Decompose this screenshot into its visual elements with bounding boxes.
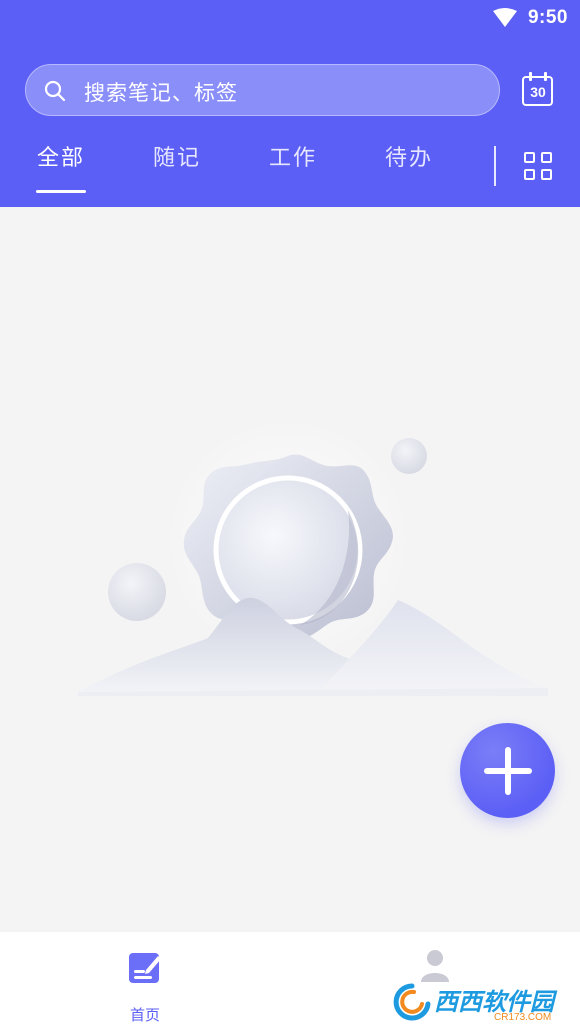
wifi-icon — [493, 8, 517, 27]
empty-state-illustration — [78, 420, 548, 696]
status-time: 9:50 — [527, 7, 568, 28]
search-input[interactable]: 搜索笔记、标签 — [25, 64, 500, 116]
tab-divider — [494, 146, 496, 186]
search-placeholder: 搜索笔记、标签 — [84, 81, 238, 105]
calendar-day: 30 — [530, 84, 546, 100]
nav-home[interactable]: 首页 — [115, 946, 175, 1024]
tab-todo[interactable]: 待办 — [385, 140, 433, 172]
watermark-logo: 西西软件园 CR173.COM — [388, 978, 578, 1028]
app-header: 9:50 搜索笔记、标签 30 全部 随记 工作 待办 — [0, 0, 580, 207]
plus-icon-stem — [505, 747, 511, 795]
note-edit-icon — [129, 953, 161, 983]
tab-all[interactable]: 全部 — [37, 140, 85, 172]
search-icon — [44, 80, 66, 102]
watermark-sub: CR173.COM — [494, 1012, 552, 1023]
calendar-ring — [544, 72, 547, 81]
category-tabs: 全部 随记 工作 待办 — [0, 140, 480, 200]
grid-cell — [541, 169, 552, 180]
calendar-ring — [529, 72, 532, 81]
calendar-button[interactable]: 30 — [520, 72, 556, 108]
status-bar: 9:50 — [0, 0, 580, 38]
grid-cell — [524, 152, 535, 163]
nav-home-label: 首页 — [129, 1006, 160, 1024]
tab-indicator — [36, 190, 86, 193]
tab-work[interactable]: 工作 — [269, 140, 317, 172]
grid-cell — [541, 152, 552, 163]
add-note-button[interactable] — [460, 723, 555, 818]
grid-cell — [524, 169, 535, 180]
watermark-swirl-icon — [393, 983, 431, 1021]
grid-view-icon[interactable] — [524, 152, 552, 180]
tab-notes[interactable]: 随记 — [153, 140, 201, 172]
